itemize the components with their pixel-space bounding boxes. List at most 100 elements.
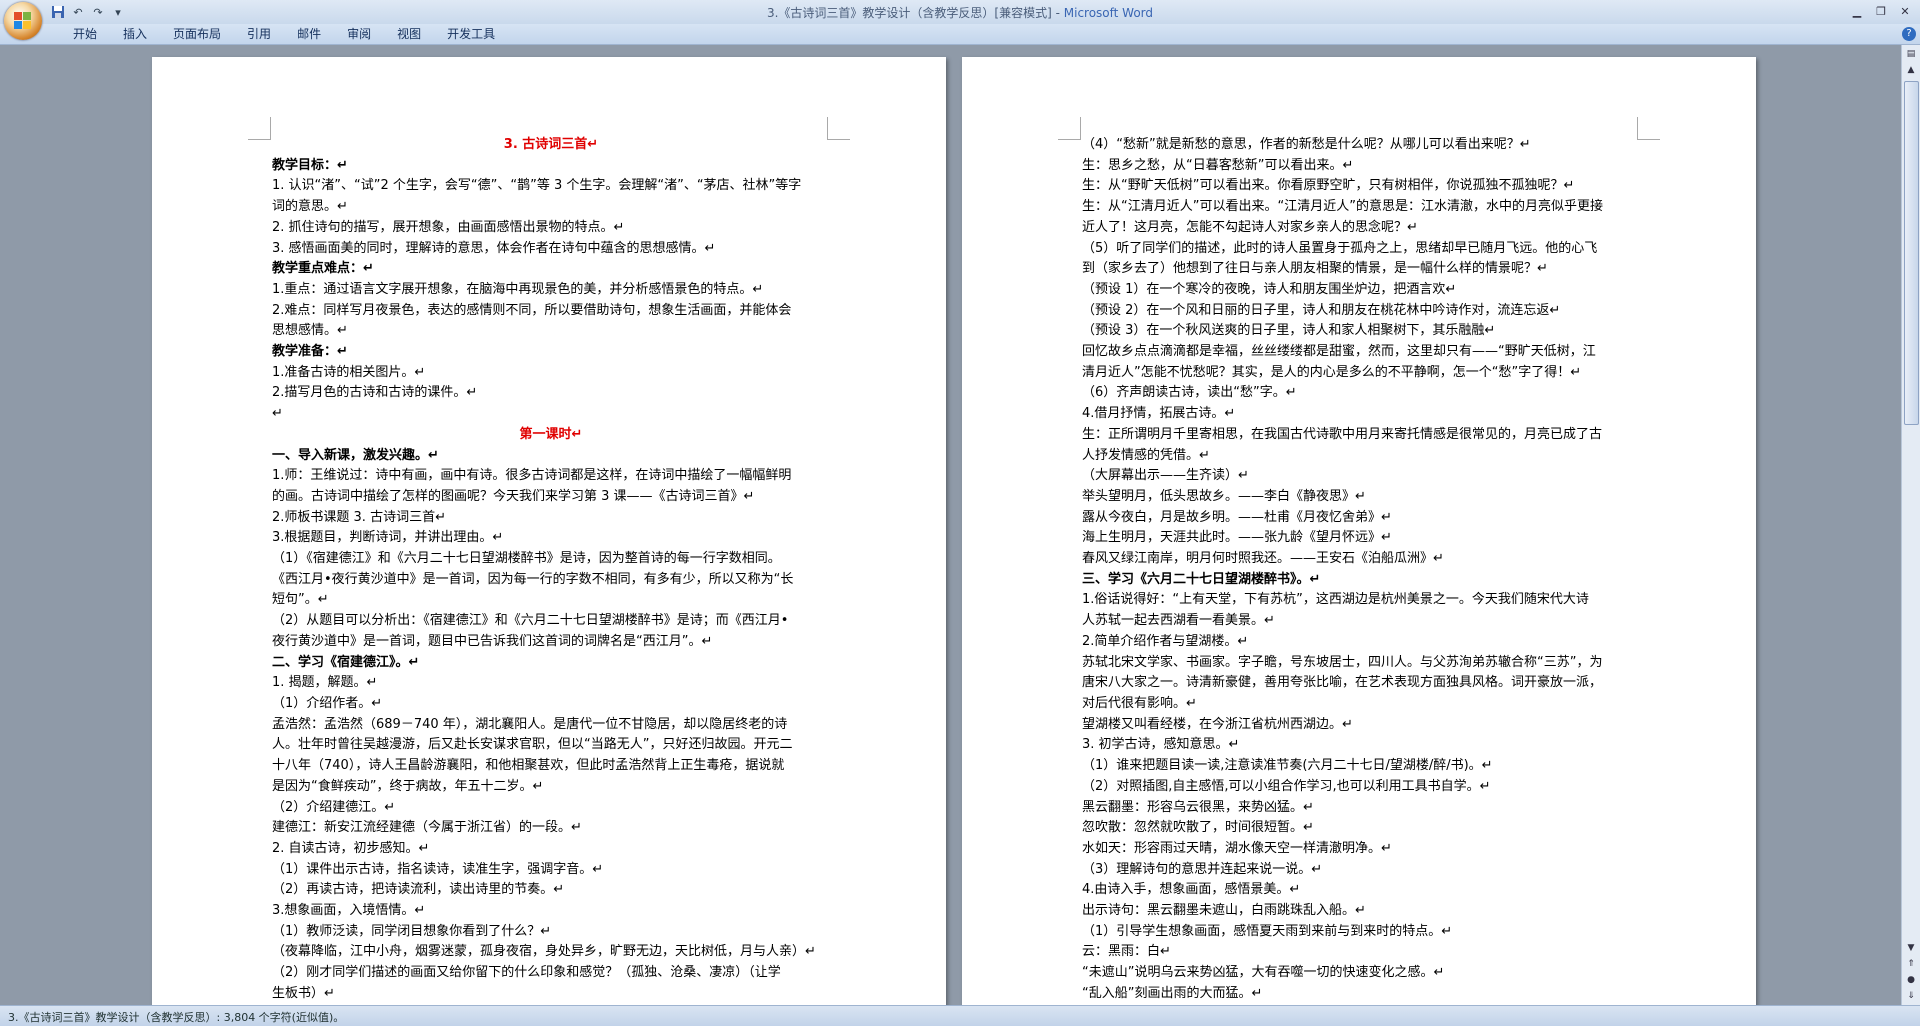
paragraph-line[interactable]: 教学目标：↵ [272, 156, 830, 177]
paragraph-line[interactable]: 2.师板书课题 3. 古诗词三首↵ [272, 508, 830, 529]
tab-review[interactable]: 审阅 [334, 24, 384, 44]
paragraph-line[interactable]: “未遮山”说明乌云来势凶猛，大有吞噬一切的快速变化之感。↵ [1082, 963, 1640, 984]
paragraph-line[interactable]: 十八年（740），诗人王昌龄游襄阳，和他相聚甚欢，但此时孟浩然背上正生毒疮，据说… [272, 756, 830, 777]
paragraph-line[interactable]: 举头望明月，低头思故乡。——李白《静夜思》↵ [1082, 487, 1640, 508]
tab-references[interactable]: 引用 [234, 24, 284, 44]
scroll-up-icon[interactable]: ▲ [1904, 63, 1918, 77]
paragraph-line[interactable]: 苏轼北宋文学家、书画家。字子瞻，号东坡居士，四川人。与父苏洵弟苏辙合称“三苏”，… [1082, 653, 1640, 674]
paragraph-line[interactable]: 2. 抓住诗句的描写，展开想象，由画面感悟出景物的特点。↵ [272, 218, 830, 239]
paragraph-line[interactable]: 人抒发情感的凭借。↵ [1082, 446, 1640, 467]
paragraph-line[interactable]: 2.难点：同样写月夜景色，表达的感情则不同，所以要借助诗句，想象生活画面，并能体… [272, 301, 830, 322]
help-icon[interactable]: ? [1902, 27, 1916, 41]
close-icon[interactable]: ✕ [1894, 2, 1916, 20]
paragraph-line[interactable]: （1）谁来把题目读一读,注意读准节奏(六月二十七日/望湖楼/醉/书)。↵ [1082, 756, 1640, 777]
paragraph-line[interactable]: （2）介绍建德江。↵ [272, 798, 830, 819]
paragraph-line[interactable]: 3.根据题目，判断诗词，并讲出理由。↵ [272, 528, 830, 549]
paragraph-line[interactable]: 出示诗句：黑云翻墨未遮山，白雨跳珠乱入船。↵ [1082, 901, 1640, 922]
tab-insert[interactable]: 插入 [110, 24, 160, 44]
paragraph-line[interactable]: （2）对照插图,自主感悟,可以小组合作学习,也可以利用工具书自学。↵ [1082, 777, 1640, 798]
tab-developer[interactable]: 开发工具 [434, 24, 508, 44]
paragraph-line[interactable]: 4.由诗入手，想象画面，感悟景美。↵ [1082, 880, 1640, 901]
paragraph-line[interactable]: 到（家乡去了）他想到了往日与亲人朋友相聚的情景，是一幅什么样的情景呢？↵ [1082, 259, 1640, 280]
paragraph-line[interactable]: 生：从“江清月近人”可以看出来。“江清月近人”的意思是：江水清澈，水中的月亮似乎… [1082, 197, 1640, 218]
paragraph-line[interactable]: 对后代很有影响。↵ [1082, 694, 1640, 715]
paragraph-line[interactable]: “乱入船”刻画出雨的大而猛。↵ [1082, 984, 1640, 1005]
tab-home[interactable]: 开始 [60, 24, 110, 44]
paragraph-line[interactable]: 忽吹散：忽然就吹散了，时间很短暂。↵ [1082, 818, 1640, 839]
paragraph-line[interactable]: （1）教师泛读，同学闭目想象你看到了什么？↵ [272, 922, 830, 943]
paragraph-line[interactable]: （2）从题目可以分析出：《宿建德江》和《六月二十七日望湖楼醉书》是诗；而《西江月… [272, 611, 830, 632]
paragraph-line[interactable]: （2）再读古诗，把诗读流利，读出诗里的节奏。↵ [272, 880, 830, 901]
paragraph-line[interactable]: 孟浩然：孟浩然（689－740 年），湖北襄阳人。是唐代一位不甘隐居，却以隐居终… [272, 715, 830, 736]
paragraph-line[interactable]: 人。壮年时曾往吴越漫游，后又赴长安谋求官职，但以“当路无人”，只好还归故园。开元… [272, 735, 830, 756]
paragraph-line[interactable]: 2.描写月色的古诗和古诗的课件。↵ [272, 383, 830, 404]
paragraph-line[interactable]: 一、导入新课，激发兴趣。↵ [272, 446, 830, 467]
paragraph-line[interactable]: 1.重点：通过语言文字展开想象，在脑海中再现景色的美，并分析感悟景色的特点。↵ [272, 280, 830, 301]
paragraph-line[interactable]: 3. 古诗词三首↵ [272, 135, 830, 156]
tab-mailings[interactable]: 邮件 [284, 24, 334, 44]
paragraph-line[interactable]: 3. 感悟画面美的同时，理解诗的意思，体会作者在诗句中蕴含的思想感情。↵ [272, 239, 830, 260]
paragraph-line[interactable]: 是因为“食鲜疾动”，终于病故，年五十二岁。↵ [272, 777, 830, 798]
paragraph-line[interactable]: （1）课件出示古诗，指名读诗，读准生字，强调字音。↵ [272, 860, 830, 881]
paragraph-line[interactable]: 4.借月抒情，拓展古诗。↵ [1082, 404, 1640, 425]
tab-view[interactable]: 视图 [384, 24, 434, 44]
paragraph-line[interactable]: 云：黑雨：白↵ [1082, 942, 1640, 963]
paragraph-line[interactable]: 思想感情。↵ [272, 321, 830, 342]
paragraph-line[interactable]: （1）《宿建德江》和《六月二十七日望湖楼醉书》是诗，因为整首诗的每一行字数相同。 [272, 549, 830, 570]
paragraph-line[interactable]: 露从今夜白，月是故乡明。——杜甫《月夜忆舍弟》↵ [1082, 508, 1640, 529]
paragraph-line[interactable]: ↵ [272, 404, 830, 425]
paragraph-line[interactable]: 的画。古诗词中描绘了怎样的图画呢？今天我们来学习第 3 课——《古诗词三首》↵ [272, 487, 830, 508]
paragraph-line[interactable]: 建德江：新安江流经建德（今属于浙江省）的一段。↵ [272, 818, 830, 839]
paragraph-line[interactable]: 3.想象画面，入境悟情。↵ [272, 901, 830, 922]
paragraph-line[interactable]: 2.简单介绍作者与望湖楼。↵ [1082, 632, 1640, 653]
document-page-2[interactable]: （4）“愁新”就是新愁的意思，作者的新愁是什么呢？从哪儿可以看出来呢？↵生：思乡… [962, 57, 1756, 1005]
paragraph-line[interactable]: 第一课时↵ [272, 425, 830, 446]
paragraph-line[interactable]: （1）引导学生想象画面，感悟夏天雨到来前与到来时的特点。↵ [1082, 922, 1640, 943]
paragraph-line[interactable]: 唐宋八大家之一。诗清新豪健，善用夸张比喻，在艺术表现方面独具风格。词开豪放一派， [1082, 673, 1640, 694]
scrollbar-thumb[interactable] [1904, 81, 1919, 425]
paragraph-line[interactable]: 近人了！这月亮，怎能不勾起诗人对家乡亲人的思念呢？↵ [1082, 218, 1640, 239]
paragraph-line[interactable]: （4）“愁新”就是新愁的意思，作者的新愁是什么呢？从哪儿可以看出来呢？↵ [1082, 135, 1640, 156]
paragraph-line[interactable]: 《西江月•夜行黄沙道中》是一首词，因为每一行的字数不相同，有多有少，所以又称为“… [272, 570, 830, 591]
page-1-content[interactable]: 3. 古诗词三首↵教学目标：↵1. 认识“渚”、“试”2 个生字，会写“德”、“… [272, 135, 830, 1005]
paragraph-line[interactable]: （大屏幕出示——生齐读）↵ [1082, 466, 1640, 487]
paragraph-line[interactable]: 回忆故乡点点滴滴都是幸福，丝丝缕缕都是甜蜜，然而，这里却只有——“野旷天低树，江 [1082, 342, 1640, 363]
paragraph-line[interactable]: 词的意思。↵ [272, 197, 830, 218]
paragraph-line[interactable]: （预设 1）在一个寒冷的夜晚，诗人和朋友围坐炉边，把酒言欢↵ [1082, 280, 1640, 301]
scroll-down-icon[interactable]: ▼ [1904, 941, 1918, 955]
tab-page-layout[interactable]: 页面布局 [160, 24, 234, 44]
paragraph-line[interactable]: 生：从“野旷天低树”可以看出来。你看原野空旷，只有树相伴，你说孤独不孤独呢？↵ [1082, 176, 1640, 197]
paragraph-line[interactable]: 水如天：形容雨过天晴，湖水像天空一样清澈明净。↵ [1082, 839, 1640, 860]
paragraph-line[interactable]: 夜行黄沙道中》是一首词，题目中已告诉我们这首词的词牌名是“西江月”。↵ [272, 632, 830, 653]
select-browse-object-icon[interactable]: ● [1904, 973, 1918, 987]
paragraph-line[interactable]: （6）齐声朗读古诗，读出“愁”字。↵ [1082, 383, 1640, 404]
minimize-icon[interactable]: ▁ [1846, 2, 1868, 20]
next-page-icon[interactable]: ⇓ [1904, 989, 1918, 1003]
previous-page-icon[interactable]: ⇑ [1904, 957, 1918, 971]
ruler-toggle-icon[interactable]: ▤ [1904, 47, 1918, 61]
paragraph-line[interactable]: （2）刚才同学们描述的画面又给你留下的什么印象和感觉？（孤独、沧桑、凄凉）（让学 [272, 963, 830, 984]
paragraph-line[interactable]: 海上生明月，天涯共此时。——张九龄《望月怀远》↵ [1082, 528, 1640, 549]
paragraph-line[interactable]: （夜幕降临，江中小舟，烟雾迷蒙，孤身夜宿，身处异乡，旷野无边，天比树低，月与人亲… [272, 942, 830, 963]
vertical-scrollbar[interactable]: ▤ ▲ ▼ ⇑ ● ⇓ [1901, 45, 1920, 1005]
paragraph-line[interactable]: 清月近人”怎能不忧愁呢？其实，是人的内心是多么的不平静啊，怎一个“愁”字了得！↵ [1082, 363, 1640, 384]
paragraph-line[interactable]: 1. 认识“渚”、“试”2 个生字，会写“德”、“鹊”等 3 个生字。会理解“渚… [272, 176, 830, 197]
paragraph-line[interactable]: 生：正所谓明月千里寄相思，在我国古代诗歌中用月来寄托情感是很常见的，月亮已成了古 [1082, 425, 1640, 446]
paragraph-line[interactable]: 1.俗话说得好：“上有天堂，下有苏杭”，这西湖边是杭州美景之一。今天我们随宋代大… [1082, 590, 1640, 611]
paragraph-line[interactable]: 3. 初学古诗，感知意思。↵ [1082, 735, 1640, 756]
paragraph-line[interactable]: 教学重点难点：↵ [272, 259, 830, 280]
paragraph-line[interactable]: 教学准备：↵ [272, 342, 830, 363]
paragraph-line[interactable]: 1.师：王维说过：诗中有画，画中有诗。很多古诗词都是这样，在诗词中描绘了一幅幅鲜… [272, 466, 830, 487]
page-2-content[interactable]: （4）“愁新”就是新愁的意思，作者的新愁是什么呢？从哪儿可以看出来呢？↵生：思乡… [1082, 135, 1640, 1005]
paragraph-line[interactable]: （1）介绍作者。↵ [272, 694, 830, 715]
paragraph-line[interactable]: （5）听了同学们的描述，此时的诗人虽置身于孤舟之上，思绪却早已随月飞远。他的心飞 [1082, 239, 1640, 260]
paragraph-line[interactable]: 短句”。↵ [272, 590, 830, 611]
office-button[interactable] [4, 2, 42, 40]
paragraph-line[interactable]: 三、学习《六月二十七日望湖楼醉书》。↵ [1082, 570, 1640, 591]
paragraph-line[interactable]: 2. 自读古诗，初步感知。↵ [272, 839, 830, 860]
paragraph-line[interactable]: 人苏轼一起去西湖看一看美景。↵ [1082, 611, 1640, 632]
paragraph-line[interactable]: （3）理解诗句的意思并连起来说一说。↵ [1082, 860, 1640, 881]
restore-icon[interactable]: ❐ [1870, 2, 1892, 20]
paragraph-line[interactable]: 春风又绿江南岸，明月何时照我还。——王安石《泊船瓜洲》↵ [1082, 549, 1640, 570]
paragraph-line[interactable]: （预设 2）在一个风和日丽的日子里，诗人和朋友在桃花林中吟诗作对，流连忘返↵ [1082, 301, 1640, 322]
